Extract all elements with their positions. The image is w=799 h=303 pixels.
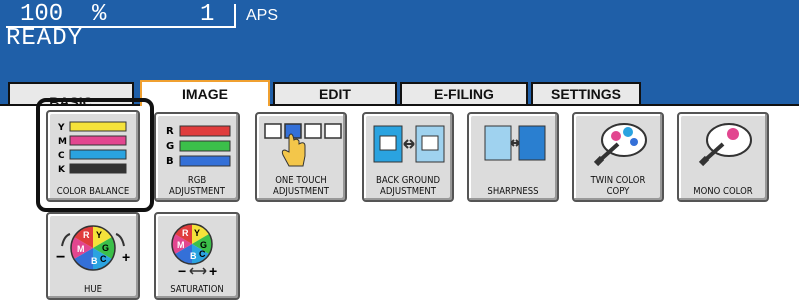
saturation-wheel-icon: R Y G B C M − + [171,223,217,279]
rgb-icon: R G B [166,125,231,167]
color-balance-button[interactable]: Y M C K COLOR BALANCE [46,110,140,202]
color-balance-icon: Y M C K [57,121,127,175]
mono-palette-icon [698,123,752,167]
hue-r: R [83,230,90,240]
hue-plus: + [122,249,130,265]
background-label-line1: BACK GROUND [375,175,441,186]
sat-b: B [190,251,197,261]
sat-m: M [177,240,185,250]
rgb-label-line1: RGB [187,175,207,186]
paper-size: APS [246,7,279,24]
tab-e-filing-label: E-FILING [434,86,494,102]
tab-image[interactable]: IMAGE [140,80,270,106]
row-g-label: G [166,141,174,152]
hue-m: M [77,244,85,254]
zoom-value: 100 [20,1,64,28]
sharpness-label: SHARPNESS [487,186,539,197]
copies-bracket [224,4,236,28]
row-b-label: B [166,156,174,167]
hue-c: C [100,254,107,264]
row-r-label: R [166,126,174,137]
sat-y: Y [194,228,200,238]
mono-color-button[interactable]: MONO COLOR [677,112,769,202]
saturation-label: SATURATION [170,284,224,295]
hue-y: Y [96,230,102,240]
status-message: READY [6,25,84,52]
twin-color-label-line2: COPY [606,186,630,197]
tab-settings-label: SETTINGS [550,86,621,102]
tab-edit-label: EDIT [319,86,351,102]
one-touch-adjustment-button[interactable]: ONE TOUCH ADJUSTMENT [255,112,347,202]
tab-image-label: IMAGE [182,86,228,102]
palette-icon [593,123,647,167]
row-k-label: K [58,165,66,175]
saturation-minus: − [178,263,186,279]
tab-settings[interactable]: SETTINGS [531,82,641,104]
hue-minus: − [56,249,65,266]
twin-color-copy-button[interactable]: TWIN COLOR COPY [572,112,664,202]
saturation-button[interactable]: R Y G B C M − + SATURATION [154,212,240,300]
hue-button[interactable]: R Y G B C M − + HUE [46,212,140,300]
rgb-label-line2: ADJUSTMENT [169,186,225,197]
status-bar: 100 % 1 APS READY [0,0,799,78]
sat-r: R [182,228,189,238]
saturation-plus: + [209,263,217,279]
color-balance-label: COLOR BALANCE [56,186,130,197]
background-label-line2: ADJUSTMENT [380,186,436,197]
one-touch-label-line1: ONE TOUCH [275,175,327,186]
tab-e-filing[interactable]: E-FILING [400,82,528,104]
hue-b: B [91,256,98,266]
rgb-adjustment-button[interactable]: R G B RGB ADJUSTMENT [154,112,240,202]
sat-c: C [199,249,206,259]
row-c-label: C [58,151,65,161]
hue-g: G [102,243,109,253]
row-y-label: Y [57,123,65,133]
hue-label: HUE [83,284,102,295]
sharpness-icon [484,125,546,161]
mono-color-label: MONO COLOR [693,186,753,197]
tab-edit[interactable]: EDIT [273,82,397,104]
background-adjustment-button[interactable]: BACK GROUND ADJUSTMENT [362,112,454,202]
hand-touch-icon [264,123,342,167]
copies-count: 1 [200,1,215,28]
sharpness-button[interactable]: SHARPNESS [467,112,559,202]
twin-color-label-line1: TWIN COLOR [590,175,646,186]
background-icon [373,125,445,163]
one-touch-label-line2: ADJUSTMENT [273,186,329,197]
row-m-label: M [58,137,67,147]
zoom-unit: % [92,1,107,28]
hue-wheel-icon: R Y G B C M − + [56,225,130,271]
